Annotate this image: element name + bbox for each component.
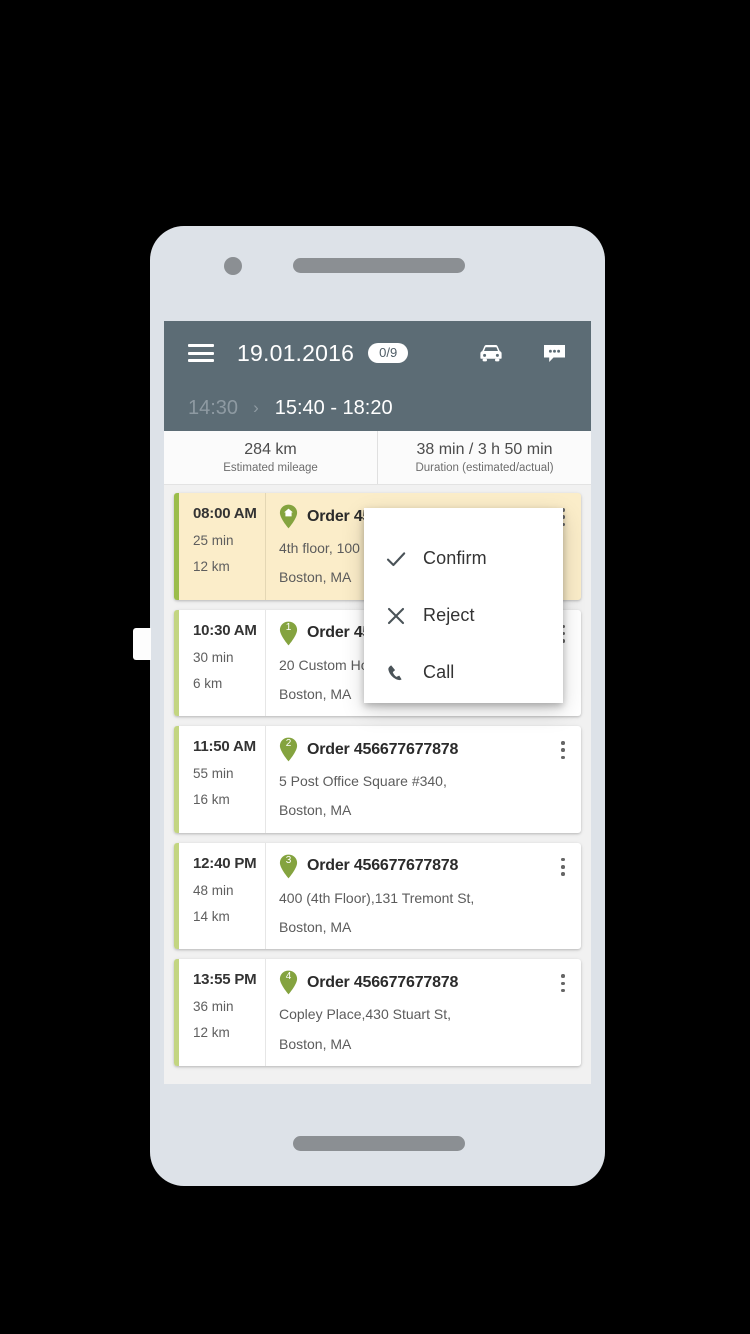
order-address-line-2: Boston, MA <box>279 802 352 819</box>
app-screen: 19.01.2016 0/9 14:30 › 15:40 - 18:20 284… <box>164 321 591 1084</box>
numbered-pin-icon: 1 <box>279 621 298 646</box>
order-address-line-2: Boston, MA <box>279 919 352 936</box>
menu-item-reject[interactable]: Reject <box>364 587 563 644</box>
stat-value: 38 min / 3 h 50 min <box>416 440 553 458</box>
order-time: 12:40 PM <box>193 854 257 872</box>
order-address-line-1: 400 (4th Floor),131 Tremont St, <box>279 889 475 906</box>
order-distance: 6 km <box>193 675 223 691</box>
earpiece-speaker <box>293 258 465 273</box>
order-duration: 30 min <box>193 649 234 665</box>
order-row[interactable]: 12:40 PM 48 min 14 km 3 Order 4566776778… <box>174 842 581 950</box>
progress-count-badge: 0/9 <box>368 343 409 363</box>
order-overflow-menu-icon[interactable] <box>554 739 572 761</box>
order-address-line-1: Copley Place,430 Stuart St, <box>279 1006 451 1023</box>
order-time: 13:55 PM <box>193 971 257 989</box>
phone-icon <box>381 662 411 684</box>
front-camera-icon <box>224 257 242 275</box>
order-address-line-1: 5 Post Office Square #340, <box>279 773 447 790</box>
order-time: 10:30 AM <box>193 621 257 639</box>
hamburger-icon[interactable] <box>188 344 214 362</box>
home-pin-icon <box>279 504 298 529</box>
order-address-line-2: Boston, MA <box>279 1035 352 1052</box>
order-schedule-column: 12:40 PM 48 min 14 km <box>179 842 266 950</box>
order-context-menu: Confirm Reject Call <box>364 508 563 703</box>
app-bar-actions <box>477 341 569 365</box>
menu-item-call[interactable]: Call <box>364 644 563 701</box>
order-distance: 12 km <box>193 1025 230 1041</box>
current-time-window[interactable]: 15:40 - 18:20 <box>275 397 393 420</box>
stat-value: 284 km <box>244 440 297 458</box>
order-title: Order 456677677878 <box>307 740 459 758</box>
order-schedule-column: 10:30 AM 30 min 6 km <box>179 609 266 717</box>
screenshot-stage: 19.01.2016 0/9 14:30 › 15:40 - 18:20 284… <box>0 0 750 1334</box>
summary-stats-bar: 284 km Estimated mileage 38 min / 3 h 50… <box>164 431 591 485</box>
app-bar-time-row: 14:30 › 15:40 - 18:20 <box>164 385 591 431</box>
stat-label: Duration (estimated/actual) <box>415 462 554 475</box>
check-icon <box>381 548 411 570</box>
order-detail-column: 3 Order 456677677878 400 (4th Floor),131… <box>266 843 581 950</box>
pin-number-label: 3 <box>285 854 292 866</box>
order-row[interactable]: 11:50 AM 55 min 16 km 2 Order 4566776778… <box>174 726 581 833</box>
order-overflow-menu-icon[interactable] <box>554 856 572 878</box>
menu-item-label: Reject <box>423 605 475 625</box>
app-bar-top-row: 19.01.2016 0/9 <box>164 321 591 385</box>
previous-time-window[interactable]: 14:30 <box>188 397 238 420</box>
order-detail-column: 2 Order 456677677878 5 Post Office Squar… <box>266 726 581 833</box>
pin-number-label: 2 <box>285 738 292 750</box>
order-title-line: 3 Order 456677677878 <box>279 854 569 879</box>
order-schedule-column: 13:55 PM 36 min 12 km <box>179 959 266 1066</box>
order-distance: 12 km <box>193 559 230 574</box>
numbered-pin-icon: 2 <box>279 737 298 762</box>
stat-label: Estimated mileage <box>223 462 318 475</box>
order-schedule-column: 11:50 AM 55 min 16 km <box>179 726 266 833</box>
order-title: Order 456677677878 <box>307 973 459 991</box>
order-title: Order 456677677878 <box>307 857 459 875</box>
order-title-line: 2 Order 456677677878 <box>279 737 569 762</box>
numbered-pin-icon: 4 <box>279 970 298 995</box>
chat-icon[interactable] <box>541 341 569 365</box>
current-date: 19.01.2016 <box>237 339 355 366</box>
order-duration: 48 min <box>193 882 234 898</box>
order-time: 11:50 AM <box>193 738 256 756</box>
pin-number-label: 4 <box>285 971 292 983</box>
stat-estimated-mileage: 284 km Estimated mileage <box>164 431 377 484</box>
order-duration: 36 min <box>193 999 234 1015</box>
menu-item-label: Confirm <box>423 548 487 568</box>
home-button[interactable] <box>293 1136 465 1151</box>
order-title-line: 4 Order 456677677878 <box>279 970 569 995</box>
close-icon <box>381 605 411 627</box>
stat-duration: 38 min / 3 h 50 min Duration (estimated/… <box>377 431 591 484</box>
numbered-pin-icon: 3 <box>279 854 298 879</box>
phone-frame: 19.01.2016 0/9 14:30 › 15:40 - 18:20 284… <box>133 226 605 1186</box>
order-detail-column: 4 Order 456677677878 Copley Place,430 St… <box>266 959 581 1066</box>
order-schedule-column: 08:00 AM 25 min 12 km <box>179 493 266 600</box>
order-distance: 16 km <box>193 792 230 808</box>
order-duration: 25 min <box>193 533 234 548</box>
order-time: 08:00 AM <box>193 505 257 522</box>
menu-item-label: Call <box>423 662 455 682</box>
phone-side-button[interactable] <box>133 628 151 660</box>
order-row[interactable]: 13:55 PM 36 min 12 km 4 Order 4566776778… <box>174 959 581 1066</box>
order-distance: 14 km <box>193 908 230 924</box>
menu-item-confirm[interactable]: Confirm <box>364 530 563 587</box>
order-overflow-menu-icon[interactable] <box>554 972 572 994</box>
order-duration: 55 min <box>193 766 234 782</box>
chevron-right-icon: › <box>253 398 259 417</box>
app-bar: 19.01.2016 0/9 14:30 › 15:40 - 18:20 <box>164 321 591 431</box>
car-icon[interactable] <box>477 341 505 365</box>
pin-number-label: 1 <box>285 621 292 633</box>
